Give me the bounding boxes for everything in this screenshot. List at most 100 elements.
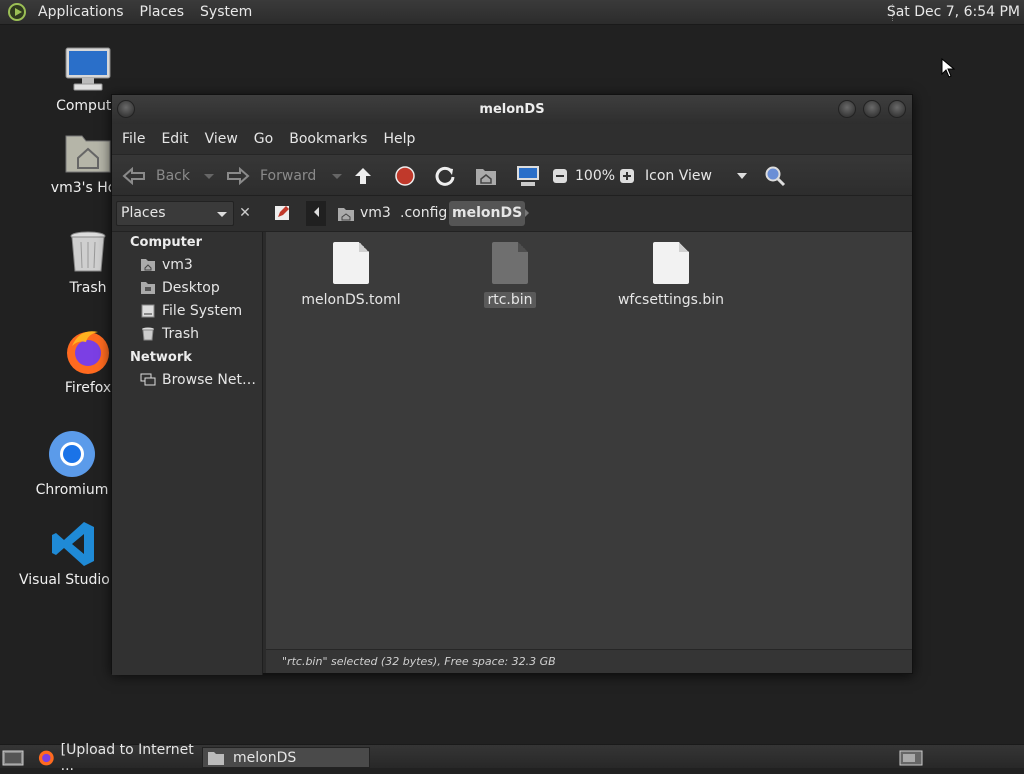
menu-go[interactable]: Go	[246, 131, 281, 147]
back-history-dropdown[interactable]	[204, 173, 214, 179]
workspace-switcher[interactable]	[895, 747, 923, 768]
back-button[interactable]: Back	[122, 155, 214, 197]
folder-icon	[208, 751, 224, 765]
computer-icon	[64, 46, 112, 94]
file-manager-window: melonDS File Edit View Go Bookmarks Help…	[111, 94, 913, 675]
view-mode-select[interactable]: Icon View	[645, 155, 747, 197]
search-button[interactable]	[764, 155, 786, 197]
minimize-button[interactable]	[838, 100, 856, 118]
show-desktop-button[interactable]	[0, 747, 28, 768]
home-folder-icon	[64, 128, 112, 176]
mate-logo-icon[interactable]	[8, 3, 26, 21]
firefox-icon	[64, 328, 112, 376]
computer-button[interactable]	[516, 155, 540, 197]
reload-button[interactable]	[434, 155, 456, 197]
clock[interactable]: Sat Dec 7, 6:54 PM	[887, 4, 1020, 20]
sidebar-places-select[interactable]: Places	[116, 201, 234, 226]
window-titlebar[interactable]: melonDS	[112, 95, 912, 124]
forward-arrow-icon	[227, 167, 250, 185]
home-folder-icon	[140, 258, 156, 272]
stop-button[interactable]	[394, 155, 416, 197]
forward-history-dropdown[interactable]	[332, 173, 343, 179]
chevron-down-icon	[217, 212, 227, 217]
firefox-icon	[38, 750, 54, 765]
menu-places[interactable]: Places	[132, 4, 193, 20]
taskbar-item-firefox[interactable]: [Upload to Internet ...	[34, 742, 200, 774]
zoom-in-icon	[620, 169, 634, 183]
up-button[interactable]	[352, 155, 374, 197]
breadcrumb-forward-button[interactable]	[522, 201, 532, 226]
chromium-icon	[48, 430, 96, 478]
breadcrumb-back-button[interactable]	[306, 201, 326, 226]
desktop-folder-icon	[140, 281, 156, 295]
sidebar: Computer vm3 Desktop File System Trash N	[112, 232, 263, 675]
menu-system[interactable]: System	[192, 4, 260, 20]
search-icon	[765, 166, 786, 187]
taskbar-item-melonds[interactable]: melonDS	[202, 747, 370, 768]
window-menu-button[interactable]	[117, 100, 135, 118]
menu-edit[interactable]: Edit	[153, 131, 196, 147]
forward-button[interactable]: Forward	[226, 155, 343, 197]
file-name: wfcsettings.bin	[617, 292, 724, 308]
menu-file[interactable]: File	[114, 131, 153, 147]
breadcrumb-melonds[interactable]: melonDS	[449, 201, 526, 226]
zoom-in-button[interactable]	[619, 155, 635, 197]
reload-icon	[435, 166, 455, 186]
status-bar: "rtc.bin" selected (32 bytes), Free spac…	[266, 649, 912, 673]
trash-icon	[64, 228, 112, 276]
chevron-down-icon	[737, 173, 747, 179]
toolbar: Back Forward 100% Icon View	[112, 154, 912, 196]
up-arrow-icon	[355, 168, 371, 184]
show-desktop-icon	[2, 750, 24, 765]
breadcrumb-config[interactable]: .config	[397, 201, 450, 226]
zoom-level[interactable]: 100%	[575, 155, 615, 197]
file-item-selected[interactable]: rtc.bin	[462, 242, 558, 308]
chevron-right-icon	[525, 209, 529, 217]
sidebar-item-desktop[interactable]: Desktop	[140, 280, 220, 296]
sidebar-item-browse-network[interactable]: Browse Net…	[140, 372, 256, 388]
menu-help[interactable]: Help	[375, 131, 423, 147]
edit-location-button[interactable]	[272, 201, 292, 226]
file-item[interactable]: melonDS.toml	[299, 242, 403, 308]
file-name: rtc.bin	[484, 292, 536, 308]
drive-icon	[140, 304, 156, 318]
sidebar-item-trash[interactable]: Trash	[140, 326, 199, 342]
file-item[interactable]: wfcsettings.bin	[616, 242, 726, 308]
mouse-cursor-icon	[941, 58, 955, 78]
home-folder-icon	[338, 207, 354, 221]
menubar: File Edit View Go Bookmarks Help	[112, 124, 912, 154]
vscode-icon	[50, 520, 98, 568]
network-icon	[140, 373, 156, 387]
window-title: melonDS	[479, 102, 545, 117]
zoom-out-button[interactable]	[552, 155, 568, 197]
document-icon	[333, 242, 369, 284]
workspace-icon	[899, 750, 923, 765]
document-icon	[492, 242, 528, 284]
computer-icon	[517, 166, 539, 186]
edit-icon	[275, 206, 289, 220]
back-arrow-icon	[122, 167, 145, 185]
trash-icon	[140, 327, 156, 341]
sidebar-item-vm3[interactable]: vm3	[140, 257, 193, 273]
top-panel: Applications Places System Sat Dec 7, 6:…	[0, 0, 1024, 25]
document-icon	[653, 242, 689, 284]
stop-icon	[395, 166, 415, 186]
sidebar-heading-network: Network	[130, 350, 192, 365]
menu-view[interactable]: View	[197, 131, 246, 147]
file-name: melonDS.toml	[301, 292, 401, 308]
maximize-button[interactable]	[863, 100, 881, 118]
close-button[interactable]	[888, 100, 906, 118]
sidebar-heading-computer: Computer	[130, 235, 203, 250]
location-bar: Places ✕ vm3 .config melonDS	[112, 196, 912, 232]
bottom-panel: [Upload to Internet ... melonDS	[0, 742, 1024, 774]
close-sidebar-button[interactable]: ✕	[235, 201, 255, 226]
breadcrumb-vm3[interactable]: vm3	[334, 201, 394, 226]
menu-bookmarks[interactable]: Bookmarks	[281, 131, 375, 147]
home-button[interactable]	[475, 155, 497, 197]
menu-applications[interactable]: Applications	[30, 4, 132, 20]
chevron-left-icon	[313, 207, 319, 217]
home-folder-icon	[476, 169, 496, 185]
zoom-out-icon	[553, 169, 567, 183]
file-view[interactable]: melonDS.toml rtc.bin wfcsettings.bin	[266, 232, 912, 649]
sidebar-item-file-system[interactable]: File System	[140, 303, 242, 319]
